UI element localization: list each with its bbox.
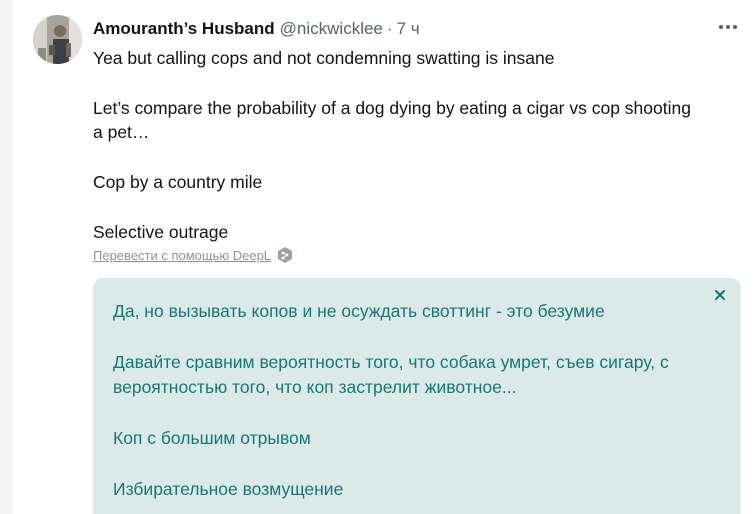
- tweet-card[interactable]: Amouranth’s Husband @nickwicklee · 7 ч Y…: [13, 0, 755, 514]
- close-translation-button[interactable]: [711, 286, 729, 304]
- translate-link[interactable]: Перевести с помощью DeepL: [93, 248, 271, 263]
- translation-panel: Да, но вызывать копов и не осуждать свот…: [93, 278, 741, 514]
- tweet-text-paragraph: Selective outrage: [93, 222, 229, 242]
- translate-button[interactable]: Перевести с помощью DeepL: [93, 246, 293, 264]
- user-avatar[interactable]: [33, 15, 82, 64]
- deepl-icon: [277, 246, 293, 264]
- more-horizontal-icon: [719, 25, 737, 29]
- close-icon: [715, 290, 725, 300]
- tweet-text-paragraph: Yea but calling cops and not condemning …: [93, 48, 555, 68]
- translated-paragraph: Давайте сравним вероятность того, что со…: [113, 352, 669, 397]
- tweet-text-paragraph: Let’s compare the probability of a dog d…: [93, 98, 691, 142]
- translated-paragraph: Избирательное возмущение: [113, 479, 344, 499]
- author-name[interactable]: Amouranth’s Husband: [93, 19, 275, 39]
- tweet-header: Amouranth’s Husband @nickwicklee · 7 ч: [93, 19, 420, 41]
- more-options-button[interactable]: [715, 16, 741, 38]
- tweet-timestamp[interactable]: 7 ч: [397, 19, 420, 39]
- avatar-image: [33, 15, 82, 64]
- separator-dot: ·: [386, 19, 393, 38]
- tweet-text-paragraph: Cop by a country mile: [93, 172, 263, 192]
- author-handle[interactable]: @nickwicklee: [280, 19, 383, 39]
- translated-paragraph: Да, но вызывать копов и не осуждать свот…: [113, 301, 605, 321]
- translated-paragraph: Коп с большим отрывом: [113, 428, 311, 448]
